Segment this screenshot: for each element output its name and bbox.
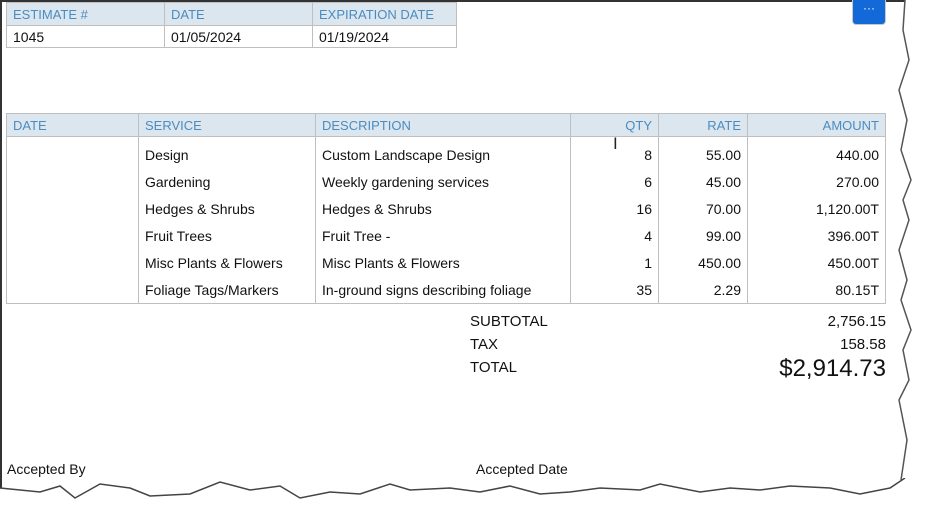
cell-qty[interactable]: 4 bbox=[570, 222, 659, 249]
cell-description[interactable]: Fruit Tree - bbox=[315, 222, 571, 249]
cell-date[interactable] bbox=[6, 168, 139, 195]
total-value: $2,914.73 bbox=[779, 355, 886, 382]
col-date: DATE bbox=[164, 2, 313, 26]
cell-amount[interactable]: 440.00 bbox=[747, 136, 886, 168]
cell-service[interactable]: Foliage Tags/Markers bbox=[138, 276, 316, 304]
cell-amount[interactable]: 1,120.00T bbox=[747, 195, 886, 222]
tax-label: TAX bbox=[470, 336, 499, 353]
cell-amount[interactable]: 270.00 bbox=[747, 168, 886, 195]
torn-edge-right bbox=[898, 0, 944, 529]
more-options-button[interactable]: ··· bbox=[852, 0, 886, 25]
totals-section: SUBTOTAL 2,756.15 TAX 158.58 TOTAL $2,91… bbox=[470, 313, 886, 382]
accepted-by-label: Accepted By bbox=[7, 461, 86, 477]
cell-service[interactable]: Design bbox=[138, 136, 316, 168]
cell-rate[interactable]: 2.29 bbox=[658, 276, 748, 304]
estimate-header-row: 1045 01/05/2024 01/19/2024 bbox=[6, 25, 457, 48]
estimate-header-table: ESTIMATE # DATE EXPIRATION DATE 1045 01/… bbox=[6, 2, 457, 48]
cell-qty[interactable]: 1 bbox=[570, 249, 659, 276]
cell-service[interactable]: Fruit Trees bbox=[138, 222, 316, 249]
col-date: DATE bbox=[6, 113, 139, 137]
col-rate: RATE bbox=[658, 113, 748, 137]
text-cursor-icon: I bbox=[613, 134, 618, 153]
estimate-date[interactable]: 01/05/2024 bbox=[164, 25, 313, 48]
cell-rate[interactable]: 70.00 bbox=[658, 195, 748, 222]
line-item-row[interactable]: Hedges & Shrubs Hedges & Shrubs 16 70.00 1,1… bbox=[6, 195, 886, 222]
expiration-date[interactable]: 01/19/2024 bbox=[312, 25, 457, 48]
col-service: SERVICE bbox=[138, 113, 316, 137]
cell-qty[interactable]: 6 bbox=[570, 168, 659, 195]
cell-rate[interactable]: 55.00 bbox=[658, 136, 748, 168]
accepted-date-label: Accepted Date bbox=[476, 461, 568, 477]
line-item-row[interactable]: Foliage Tags/Markers In-ground signs desc… bbox=[6, 276, 886, 304]
cell-date[interactable] bbox=[6, 249, 139, 276]
line-item-row[interactable]: Design Custom Landscape Design 8 55.00 440.0… bbox=[6, 136, 886, 168]
total-row: TOTAL $2,914.73 bbox=[470, 355, 886, 382]
col-estimate-number: ESTIMATE # bbox=[6, 2, 165, 26]
total-label: TOTAL bbox=[470, 359, 517, 376]
torn-edge-bottom bbox=[0, 478, 944, 529]
cell-description[interactable]: Weekly gardening services bbox=[315, 168, 571, 195]
tax-value: 158.58 bbox=[840, 336, 886, 353]
line-items-table: DATE SERVICE DESCRIPTION QTY RATE AMOUNT… bbox=[6, 113, 886, 304]
col-description: DESCRIPTION bbox=[315, 113, 571, 137]
cell-qty[interactable]: 35 bbox=[570, 276, 659, 304]
line-item-row[interactable]: Misc Plants & Flowers Misc Plants & Flowe… bbox=[6, 249, 886, 276]
cell-service[interactable]: Misc Plants & Flowers bbox=[138, 249, 316, 276]
subtotal-label: SUBTOTAL bbox=[470, 313, 548, 330]
cell-description[interactable]: Hedges & Shrubs bbox=[315, 195, 571, 222]
cell-rate[interactable]: 99.00 bbox=[658, 222, 748, 249]
cell-rate[interactable]: 45.00 bbox=[658, 168, 748, 195]
col-amount: AMOUNT bbox=[747, 113, 886, 137]
subtotal-value: 2,756.15 bbox=[827, 313, 886, 330]
cell-description[interactable]: In-ground signs describing foliage bbox=[315, 276, 571, 304]
cell-description[interactable]: Custom Landscape Design bbox=[315, 136, 571, 168]
cell-amount[interactable]: 450.00T bbox=[747, 249, 886, 276]
cell-rate[interactable]: 450.00 bbox=[658, 249, 748, 276]
cell-date[interactable] bbox=[6, 222, 139, 249]
cell-qty[interactable]: 16 bbox=[570, 195, 659, 222]
ellipsis-icon: ··· bbox=[863, 1, 875, 15]
estimate-number[interactable]: 1045 bbox=[6, 25, 165, 48]
line-item-row[interactable]: Gardening Weekly gardening services 6 45.00… bbox=[6, 168, 886, 195]
subtotal-row: SUBTOTAL 2,756.15 bbox=[470, 313, 886, 336]
cell-date[interactable] bbox=[6, 195, 139, 222]
col-expiration-date: EXPIRATION DATE bbox=[312, 2, 457, 26]
line-item-row[interactable]: Fruit Trees Fruit Tree -4 99.00 396.00T bbox=[6, 222, 886, 249]
cell-amount[interactable]: 396.00T bbox=[747, 222, 886, 249]
cell-service[interactable]: Gardening bbox=[138, 168, 316, 195]
cell-description[interactable]: Misc Plants & Flowers bbox=[315, 249, 571, 276]
cell-date[interactable] bbox=[6, 276, 139, 304]
cell-amount[interactable]: 80.15T bbox=[747, 276, 886, 304]
cell-date[interactable] bbox=[6, 136, 139, 168]
cell-service[interactable]: Hedges & Shrubs bbox=[138, 195, 316, 222]
